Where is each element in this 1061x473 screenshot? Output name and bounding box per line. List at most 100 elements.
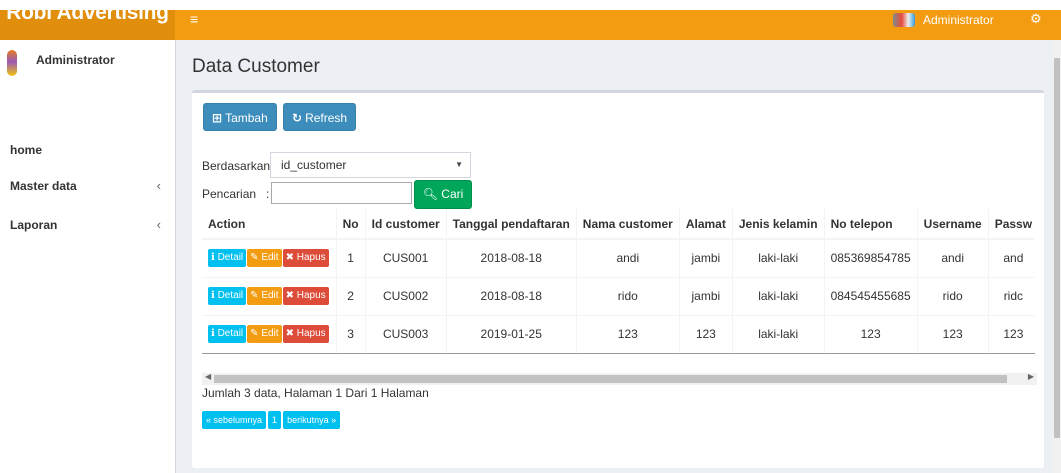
next-page-button[interactable]: berikutnya » <box>283 411 341 429</box>
action-cell: ℹ Detail ✎ Edit ✖ Hapus <box>202 238 337 277</box>
chevron-left-icon: ‹ <box>156 178 161 193</box>
pagination-summary: Jumlah 3 data, Halaman 1 Dari 1 Halaman <box>202 386 429 400</box>
cell-id: CUS003 <box>364 314 447 354</box>
cell-password: 123 <box>987 314 1035 354</box>
scrollbar-thumb[interactable] <box>1054 58 1060 438</box>
column-header: Username <box>916 209 989 240</box>
sidebar-item-home[interactable]: home <box>0 139 175 161</box>
scroll-right-icon[interactable]: ▶ <box>1028 372 1034 381</box>
cell-phone: 084545455685 <box>823 276 918 315</box>
search-input[interactable] <box>271 182 412 204</box>
delete-button[interactable]: ✖ Hapus <box>282 325 329 343</box>
edit-button[interactable]: ✎ Edit <box>247 325 282 343</box>
user-menu[interactable]: Administrator <box>893 10 994 30</box>
cell-address: jambi <box>678 276 733 315</box>
prev-page-button[interactable]: « sebelumnya <box>202 411 267 429</box>
pagination: « sebelumnya 1 berikutnya » <box>202 411 341 429</box>
column-header: Id customer <box>364 209 447 240</box>
action-cell: ℹ Detail ✎ Edit ✖ Hapus <box>202 314 337 354</box>
cell-no: 3 <box>335 314 366 354</box>
logo-area: Robi Advertising <box>0 1 175 40</box>
sidebar-item-label: home <box>10 143 43 157</box>
detail-button[interactable]: ℹ Detail <box>208 325 247 343</box>
cell-name: rido <box>575 276 680 315</box>
navbar: Robi Advertising ≡ Administrator ⚙ <box>0 1 1061 40</box>
column-header: Action <box>202 209 337 240</box>
column-header: Nama customer <box>575 209 680 240</box>
cell-name: 123 <box>575 314 680 354</box>
column-header: Jenis kelamin <box>731 209 825 240</box>
search-colon: : <box>266 187 270 201</box>
sidebar: Administrator home Master data ‹ Laporan… <box>0 40 176 473</box>
filter-by-select[interactable]: id_customer ▼ <box>270 152 471 178</box>
search-icon: 🔍︎ <box>422 187 438 201</box>
column-header: Alamat <box>678 209 733 240</box>
cell-no: 2 <box>335 276 366 315</box>
cell-phone: 123 <box>823 314 918 354</box>
sidebar-user-name: Administrator <box>36 53 115 67</box>
user-avatar <box>893 13 915 27</box>
cell-password: and <box>987 238 1035 277</box>
refresh-icon: ↻ <box>292 111 303 125</box>
cell-gender: laki-laki <box>731 314 825 354</box>
refresh-button[interactable]: ↻ Refresh <box>283 103 357 131</box>
sidebar-item-label: Master data <box>10 179 77 193</box>
table-row: ℹ Detail ✎ Edit ✖ Hapus 2 CUS002 2018-08-1… <box>202 276 1035 315</box>
cell-username: rido <box>916 276 989 315</box>
table-header-row: Action No Id customer Tanggal pendaftara… <box>202 209 1035 240</box>
cell-no: 1 <box>335 238 366 277</box>
sidebar-item-master-data[interactable]: Master data ‹ <box>0 175 175 197</box>
edit-button[interactable]: ✎ Edit <box>247 287 282 305</box>
vertical-scrollbar[interactable] <box>1053 40 1061 473</box>
cell-id: CUS002 <box>364 276 447 315</box>
cell-username: 123 <box>916 314 989 354</box>
user-menu-label: Administrator <box>923 13 994 27</box>
chevron-left-icon: ‹ <box>156 217 161 232</box>
search-button[interactable]: 🔍︎ Cari <box>414 180 472 209</box>
cell-password: ridc <box>987 276 1035 315</box>
filter-by-label: Berdasarkan: <box>202 159 274 173</box>
horizontal-scrollbar[interactable]: ◀ ▶ <box>202 372 1037 385</box>
top-header: Robi Advertising ≡ Administrator ⚙ <box>0 0 1061 40</box>
edit-button[interactable]: ✎ Edit <box>247 249 282 268</box>
cell-gender: laki-laki <box>731 238 825 277</box>
column-header: No <box>335 209 366 240</box>
sidebar-item-label: Laporan <box>10 218 58 232</box>
column-header: No telepon <box>823 209 918 240</box>
cell-id: CUS001 <box>364 238 447 277</box>
action-cell: ℹ Detail ✎ Edit ✖ Hapus <box>202 276 337 315</box>
scrollbar-thumb[interactable] <box>214 375 1007 383</box>
cell-address: 123 <box>678 314 733 354</box>
search-label: Pencarian <box>202 187 257 201</box>
customer-table: Action No Id customer Tanggal pendaftara… <box>202 209 1035 354</box>
caret-down-icon: ▼ <box>455 160 463 169</box>
cell-date: 2018-08-18 <box>445 276 577 315</box>
plus-square-icon: ⊞ <box>212 111 223 125</box>
table-row: ℹ Detail ✎ Edit ✖ Hapus 3 CUS003 2019-01-2… <box>202 314 1035 354</box>
filter-by-value: id_customer <box>281 158 347 172</box>
delete-button[interactable]: ✖ Hapus <box>282 249 329 268</box>
cell-name: andi <box>575 238 680 277</box>
detail-button[interactable]: ℹ Detail <box>208 249 247 268</box>
sidebar-item-laporan[interactable]: Laporan ‹ <box>0 214 175 236</box>
cell-phone: 085369854785 <box>823 238 918 277</box>
column-header: Passw <box>987 209 1035 240</box>
detail-button[interactable]: ℹ Detail <box>208 287 247 305</box>
scroll-left-icon[interactable]: ◀ <box>205 372 211 381</box>
page-title: Data Customer <box>192 56 320 77</box>
cell-username: andi <box>916 238 989 277</box>
cell-address: jambi <box>678 238 733 277</box>
column-header: Tanggal pendaftaran <box>445 209 577 240</box>
cell-gender: laki-laki <box>731 276 825 315</box>
avatar <box>7 50 17 76</box>
page-1-button[interactable]: 1 <box>268 411 282 429</box>
cell-date: 2019-01-25 <box>445 314 577 354</box>
customer-table-wrapper: Action No Id customer Tanggal pendaftara… <box>202 209 1035 369</box>
table-row: ℹ Detail ✎ Edit ✖ Hapus 1 CUS001 2018-08-1… <box>202 238 1035 277</box>
app-logo[interactable]: Robi Advertising <box>0 0 175 28</box>
gear-icon[interactable]: ⚙ <box>1030 11 1042 27</box>
add-button[interactable]: ⊞ Tambah <box>203 103 277 131</box>
cell-date: 2018-08-18 <box>445 238 577 277</box>
sidebar-toggle-icon[interactable]: ≡ <box>190 12 198 26</box>
delete-button[interactable]: ✖ Hapus <box>282 287 329 305</box>
